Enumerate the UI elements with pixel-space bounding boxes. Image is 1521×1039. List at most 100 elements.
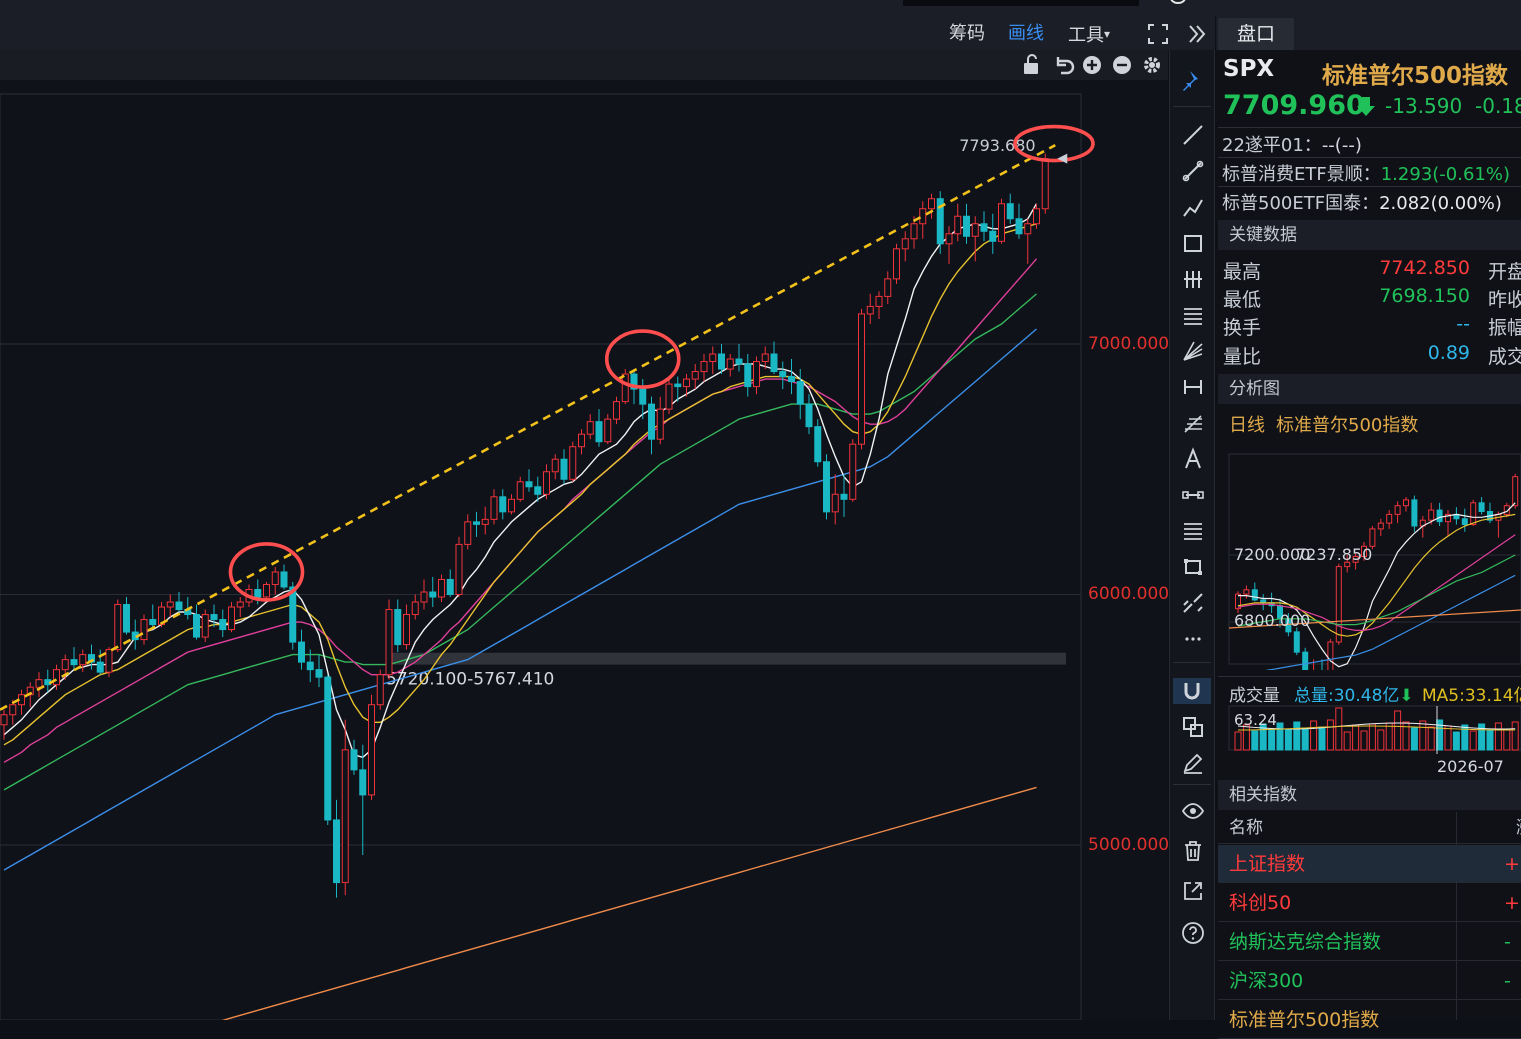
range-label: 5720.100-5767.410 xyxy=(386,670,554,690)
text-icon[interactable] xyxy=(1180,446,1206,472)
candle xyxy=(823,454,830,520)
candle xyxy=(1024,218,1032,264)
candle xyxy=(551,454,559,480)
related-index-row[interactable]: 纳斯达克综合指数 - xyxy=(1218,923,1521,961)
candlestick-chart[interactable]: 5720.100-5767.410 7793.680 xyxy=(0,0,1168,1020)
related-index-row[interactable]: 沪深300 - xyxy=(1218,962,1521,1000)
mini-candle xyxy=(1487,502,1493,524)
related-index-name: 沪深300 xyxy=(1229,970,1304,992)
channel-icon[interactable] xyxy=(1180,302,1206,328)
pattern-icon[interactable] xyxy=(1180,590,1206,616)
candle xyxy=(831,474,839,525)
tab-order-book[interactable]: 盘口 xyxy=(1218,18,1294,50)
volume-bar xyxy=(1503,728,1511,751)
candle-body xyxy=(96,661,104,673)
linked-row[interactable]: 22遂平01：--(--) xyxy=(1222,131,1362,157)
list-icon[interactable] xyxy=(1180,518,1206,544)
volume-bar xyxy=(1360,730,1368,751)
candle xyxy=(735,344,743,372)
fibonacci-icon[interactable] xyxy=(1180,410,1206,436)
candle-body xyxy=(989,230,997,242)
candle xyxy=(709,346,717,375)
candle xyxy=(560,449,568,485)
help-icon[interactable] xyxy=(1180,920,1206,946)
magnet-icon[interactable] xyxy=(1173,678,1211,704)
y-tick-label: 7000.000 xyxy=(1088,334,1170,354)
candle xyxy=(578,429,585,455)
linked-row[interactable]: 标普消费ETF景顺：1.293(-0.61%) xyxy=(1222,160,1510,186)
candle-body xyxy=(858,313,865,445)
candle xyxy=(595,409,603,447)
linked-row[interactable]: 标普500ETF国泰：2.082(0.00%) xyxy=(1222,189,1502,215)
fan-icon[interactable] xyxy=(1180,338,1206,364)
candle xyxy=(840,474,848,517)
candle-body xyxy=(0,714,8,726)
box-icon[interactable] xyxy=(1180,554,1206,580)
candle-body xyxy=(516,481,524,500)
ray-icon[interactable] xyxy=(1180,158,1206,184)
candle-body xyxy=(1033,208,1040,225)
candle xyxy=(464,514,472,550)
y-tick-label: 5000.000 xyxy=(1088,835,1170,855)
candle-body xyxy=(61,659,69,671)
candle xyxy=(149,604,157,630)
layers-icon[interactable] xyxy=(1180,714,1206,740)
candle-body xyxy=(359,769,367,796)
volume-label: 成交量 xyxy=(1229,686,1280,706)
mini-candle xyxy=(1445,510,1451,537)
candle xyxy=(849,439,857,502)
candle xyxy=(411,594,419,620)
volume-bar xyxy=(1251,730,1259,751)
candle-body xyxy=(543,471,550,495)
line-icon[interactable] xyxy=(1180,122,1206,148)
key-value: 0.89 xyxy=(1427,342,1470,364)
mini-candle xyxy=(1327,639,1334,670)
edit-icon[interactable] xyxy=(1180,750,1206,776)
candle xyxy=(516,476,524,502)
price-change: -13.590 xyxy=(1385,94,1463,118)
candle xyxy=(945,226,953,264)
candle xyxy=(473,511,480,537)
related-index-row[interactable]: 科创50 + xyxy=(1218,884,1521,922)
candle xyxy=(744,354,752,397)
share-icon[interactable] xyxy=(1180,878,1206,904)
trash-icon[interactable] xyxy=(1180,838,1206,864)
double-chevron-right-icon[interactable] xyxy=(1186,22,1208,46)
eye-icon[interactable] xyxy=(1180,798,1206,824)
measure-icon[interactable] xyxy=(1180,374,1206,400)
candle xyxy=(613,396,620,425)
key-label: 成交 xyxy=(1488,346,1521,368)
more-icon[interactable] xyxy=(1180,626,1206,652)
candle-body xyxy=(1024,223,1032,235)
polyline-icon[interactable] xyxy=(1180,194,1206,220)
candle-body xyxy=(1041,158,1049,210)
candle-body xyxy=(219,619,227,631)
candle xyxy=(656,396,664,445)
divider xyxy=(1218,186,1521,187)
volume-date-label: 2026-07 xyxy=(1437,757,1504,776)
pin-icon[interactable] xyxy=(1180,68,1206,94)
candle-body xyxy=(805,403,813,428)
related-index-row[interactable]: 上证指数 + xyxy=(1218,845,1521,883)
volume-bar xyxy=(1377,729,1385,751)
search-icon[interactable] xyxy=(1170,0,1186,4)
mini-chart-period[interactable]: 日线 xyxy=(1229,411,1265,437)
candle-body xyxy=(306,661,314,671)
y-tick-label: 6000.000 xyxy=(1088,584,1170,604)
rectangle-icon[interactable] xyxy=(1180,230,1206,256)
candle xyxy=(648,396,655,455)
mini-candle-body xyxy=(1327,641,1334,670)
volume-ma5: MA5:33.14亿 xyxy=(1422,686,1521,706)
candle xyxy=(481,506,489,535)
linked-label: 22遂平01： xyxy=(1222,135,1322,156)
related-index-row[interactable]: 标准普尔500指数 xyxy=(1218,1001,1521,1039)
candle xyxy=(201,609,209,643)
mini-candle xyxy=(1394,501,1401,524)
candle-body xyxy=(954,215,962,235)
volume-bar xyxy=(1452,731,1460,751)
candle-body xyxy=(656,408,664,440)
candle-body xyxy=(341,749,349,884)
segment-icon[interactable] xyxy=(1180,482,1206,508)
mini-candle-body xyxy=(1335,566,1342,643)
parallel-lines-icon[interactable] xyxy=(1180,266,1206,292)
